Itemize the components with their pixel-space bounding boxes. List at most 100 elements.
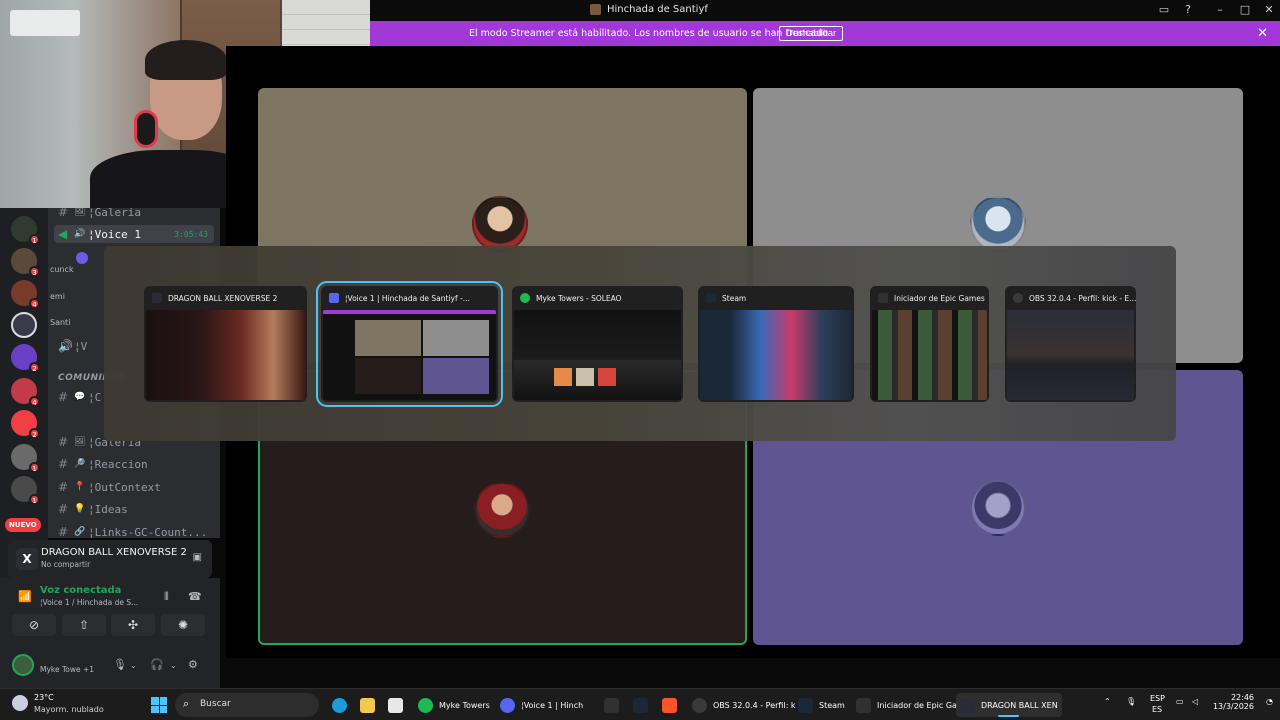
signal-icon[interactable]: 📶 — [18, 590, 32, 603]
brave-icon — [662, 697, 677, 713]
server-icon-9[interactable]: 1 — [11, 476, 40, 505]
switcher-window-dragon-ball[interactable]: DRAGON BALL XENOVERSE 2 — [144, 286, 307, 402]
discord-icon[interactable]: 2 — [11, 410, 40, 439]
switcher-window-steam[interactable]: Steam — [698, 286, 854, 402]
folder-icon — [360, 697, 375, 713]
server-icon-2[interactable]: 3 — [11, 248, 40, 277]
voice-connected-label[interactable]: Voz conectada — [40, 585, 121, 596]
activities-button[interactable]: ✣ — [111, 614, 155, 636]
language-indicator-secondary[interactable]: ES — [1152, 705, 1162, 714]
channel-c[interactable]: # 💬 ¦C — [58, 388, 101, 406]
user-name[interactable]: Myke Towe +1 — [40, 665, 94, 674]
disconnect-icon[interactable]: ☎ — [188, 590, 202, 603]
channel-ideas[interactable]: # 💡 ¦Ideas — [58, 500, 128, 518]
spotify-icon — [418, 697, 433, 713]
steam-icon — [633, 697, 648, 713]
taskbar-steam-window[interactable]: Steam — [794, 693, 849, 717]
participant-avatar — [970, 196, 1026, 252]
channel-v[interactable]: 🔊 ¦V — [58, 337, 87, 355]
switcher-window-obs[interactable]: OBS 32.0.4 - Perfil: kick - E... — [1005, 286, 1136, 402]
cloud-icon — [12, 695, 28, 711]
minimize-icon[interactable]: – — [1212, 3, 1228, 17]
participant-avatar — [970, 480, 1026, 536]
server-icon-8[interactable]: 1 — [11, 444, 40, 473]
noise-suppression-icon[interactable]: ⦀ — [164, 590, 169, 604]
switcher-window-spotify[interactable]: Myke Towers - SOLEAO — [512, 286, 683, 402]
channel-galeria[interactable]: # 🖼 ¦Galeria — [58, 208, 141, 221]
taskbar-edge[interactable] — [328, 693, 351, 717]
system-clock[interactable]: 22:46 13/3/2026 — [1208, 693, 1254, 711]
channel-outcontext[interactable]: # 📍 ¦OutContext — [58, 478, 161, 496]
close-banner-icon[interactable]: ✕ — [1257, 26, 1268, 41]
taskbar-discord[interactable]: ¦Voice 1 | Hinch — [496, 693, 587, 717]
store-icon — [388, 697, 403, 713]
speaker-icon: ◀ — [58, 227, 68, 241]
taskbar-brave[interactable] — [658, 693, 681, 717]
help-icon[interactable]: ? — [1180, 3, 1196, 17]
taskbar-epic-window[interactable]: Iniciador de Epic Ga — [852, 693, 961, 717]
channel-voice-1[interactable]: ◀ 🔊 ¦Voice 1 3:05:43 — [54, 225, 214, 243]
server-icon-1[interactable]: 1 — [11, 216, 40, 245]
obs-icon — [692, 697, 707, 713]
headphones-icon[interactable]: 🎧 — [150, 658, 164, 671]
chevron-down-icon[interactable]: ⌄ — [170, 661, 177, 670]
settings-gear-icon[interactable]: ⚙ — [188, 658, 198, 671]
person-hair — [145, 40, 227, 80]
badge: 2 — [29, 428, 40, 439]
search-box[interactable]: ⌕ Buscar — [175, 693, 319, 717]
voice-timer: 3:05:43 — [174, 229, 208, 239]
server-icon-3[interactable]: 4 — [11, 280, 40, 309]
window-thumbnail — [700, 310, 852, 400]
search-icon: ⌕ — [183, 697, 190, 710]
switcher-window-epic[interactable]: Iniciador de Epic Games — [870, 286, 989, 402]
share-screen-button[interactable]: ⇧ — [62, 614, 106, 636]
maximize-icon[interactable]: □ — [1237, 3, 1253, 17]
language-indicator[interactable]: ESP — [1150, 694, 1165, 703]
voice-user[interactable]: Santi — [50, 318, 70, 327]
taskbar-steam[interactable] — [629, 693, 652, 717]
channel-links[interactable]: # 🔗 ¦Links-GC-Count... — [58, 523, 207, 538]
taskbar-explorer[interactable] — [356, 693, 379, 717]
microphone-icon[interactable]: 🎙 — [113, 658, 127, 671]
voice-user[interactable]: cunck — [50, 265, 74, 274]
volume-icon[interactable]: ◁ — [1192, 697, 1198, 706]
desktop: Hinchada de Santiyf ▭ ? – □ ✕ El modo St… — [0, 0, 1280, 720]
close-icon[interactable]: ✕ — [1261, 3, 1277, 17]
screen-share-icon[interactable]: ▣ — [193, 552, 202, 563]
badge: 3 — [29, 266, 40, 277]
inbox-icon[interactable]: ▭ — [1156, 3, 1172, 17]
voice-user[interactable]: emi — [50, 292, 65, 301]
window-titlebar: Hinchada de Santiyf ▭ ? – □ ✕ — [370, 0, 1280, 21]
notification-icon[interactable]: ◔ — [1266, 697, 1273, 706]
microphone-tray-icon[interactable]: 🎙 — [1126, 697, 1136, 706]
badge: 4 — [29, 298, 40, 309]
server-icon-current[interactable] — [11, 312, 37, 338]
start-button[interactable] — [151, 697, 167, 713]
chevron-down-icon[interactable]: ⌄ — [130, 661, 137, 670]
badge: 1 — [29, 462, 40, 473]
taskbar-spotify[interactable]: Myke Towers — [414, 693, 494, 717]
participant-avatar — [474, 482, 530, 538]
disable-streamer-button[interactable]: Deshabilitar — [779, 26, 844, 41]
chevron-up-icon[interactable]: ⌃ — [1104, 697, 1111, 706]
taskbar-obs[interactable]: OBS 32.0.4 - Perfil: k — [688, 693, 800, 717]
badge: 1 — [29, 494, 40, 505]
voice-channel-path[interactable]: ¦Voice 1 / Hinchada de S... — [40, 598, 138, 607]
voice-user[interactable] — [76, 252, 88, 264]
camera-off-button[interactable]: ⊘ — [12, 614, 56, 636]
weather-condition: Mayorm. nublado — [34, 705, 104, 714]
taskbar-dragon-ball[interactable]: DRAGON BALL XEN — [956, 693, 1062, 717]
soundboard-button[interactable]: ✺ — [161, 614, 205, 636]
clock-date: 13/3/2026 — [1212, 702, 1254, 711]
window-thumbnail — [514, 310, 681, 400]
server-icon-5[interactable]: 2 — [11, 344, 40, 373]
network-icon[interactable]: ▭ — [1176, 697, 1184, 706]
taskbar-epic[interactable] — [600, 693, 623, 717]
edge-icon — [332, 697, 347, 713]
server-icon-6[interactable]: 4 — [11, 378, 40, 407]
taskbar-store[interactable] — [384, 693, 407, 717]
channel-reaccion[interactable]: # 🔎 ¦Reaccion — [58, 455, 148, 473]
window-thumbnail — [1007, 310, 1134, 400]
switcher-window-discord[interactable]: ¦Voice 1 | Hinchada de Santiyf -... — [316, 281, 503, 407]
user-avatar[interactable] — [12, 654, 34, 676]
